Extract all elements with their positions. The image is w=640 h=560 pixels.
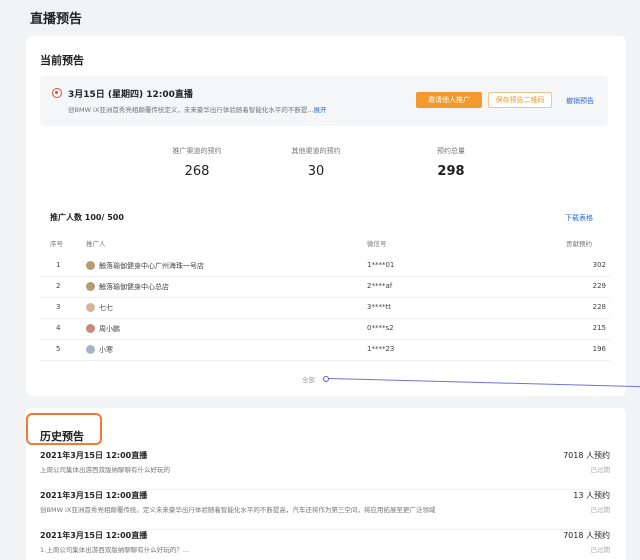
column-header-index: 序号 [50, 240, 63, 248]
history-item[interactable]: 2021年3月15日 12:00直播 创BMW iX亚洲首秀亮相颠覆传统。定义未… [40, 490, 610, 530]
booking-count: 302 [592, 261, 606, 269]
stat-value: 268 [184, 164, 210, 179]
history-item-title: 2021年3月15日 12:00直播 [40, 491, 148, 500]
page-title: 直播预告 [30, 12, 83, 27]
history-item-count: 7018 人预约 [563, 531, 610, 540]
history-item-title: 2021年3月15日 12:00直播 [40, 531, 148, 540]
history-item-status: 已过期 [590, 546, 611, 554]
top-bar: 直播预告 [0, 0, 640, 34]
row-index: 2 [56, 282, 61, 290]
history-item[interactable]: 2021年3月15日 12:00直播 上周公司集体出游西双版纳聊聊有什么好玩的 … [40, 450, 610, 490]
expand-link[interactable]: 展开 [314, 106, 327, 114]
promoter-cell: 周小鹏 [86, 324, 120, 334]
booking-count: 196 [592, 345, 606, 353]
current-preview-box: 3月15日 (星期四) 12:00直播 创BMW iX亚洲首秀亮相颠覆传统定义，… [40, 76, 608, 126]
wechat-id: 1****01 [367, 261, 395, 269]
history-preview-card: 历史预告 2021年3月15日 12:00直播 上周公司集体出游西双版纳聊聊有什… [26, 408, 626, 560]
table-row: 4 周小鹏 0****s2 215 [40, 319, 610, 340]
wechat-id: 1****23 [367, 345, 395, 353]
preview-description: 创BMW iX亚洲首秀亮相颠覆传统定义，未来豪华出行体验随着智能化水平的不断提.… [68, 104, 327, 114]
annotation-line [328, 378, 640, 388]
wechat-id: 2****af [367, 282, 393, 290]
avatar [86, 345, 95, 354]
column-header-promoter: 推广人 [86, 240, 106, 248]
avatar [86, 261, 95, 270]
history-section-title: 历史预告 [40, 430, 84, 443]
stat-other-bookings: 其他渠道的预约 30 [261, 146, 371, 179]
promoter-cell: 触落瑜伽健身中心总店 [86, 282, 169, 292]
stat-label: 推广渠道的预约 [172, 147, 222, 155]
promoter-cell: 触落瑜伽健身中心广州海珠一号店 [86, 261, 204, 271]
promoter-name: 触落瑜伽健身中心总店 [99, 283, 169, 291]
promoter-cell: 小寒 [86, 345, 113, 355]
current-section-title: 当前预告 [40, 54, 84, 67]
promoter-cell: 七七 [86, 303, 113, 313]
booking-count: 228 [592, 303, 606, 311]
booking-count: 229 [592, 282, 606, 290]
avatar [86, 282, 95, 291]
history-item[interactable]: 2021年3月15日 12:00直播 1.上周公司集体出游西双版纳聊聊有什么好玩… [40, 530, 610, 560]
wechat-id: 0****s2 [367, 324, 394, 332]
revoke-preview-link[interactable]: 撤销预告 [566, 96, 594, 106]
promoter-name: 七七 [99, 304, 113, 312]
stat-promo-bookings: 推广渠道的预约 268 [142, 146, 252, 179]
table-row: 5 小寒 1****23 196 [40, 340, 610, 361]
history-item-count: 13 人预约 [573, 491, 610, 500]
history-item-desc: 创BMW iX亚洲首秀亮相颠覆传统。定义未来豪华出行体验随着智能化水平的不断提高… [40, 506, 436, 514]
show-all-link[interactable]: 全部 [302, 374, 315, 384]
row-index: 1 [56, 261, 61, 269]
booking-count: 215 [592, 324, 606, 332]
history-item-status: 已过期 [590, 466, 611, 474]
wechat-id: 3****tt [367, 303, 391, 311]
table-row: 1 触落瑜伽健身中心广州海珠一号店 1****01 302 [40, 256, 610, 277]
row-index: 4 [56, 324, 61, 332]
row-index: 3 [56, 303, 61, 311]
table-row: 3 七七 3****tt 228 [40, 298, 610, 319]
promoter-name: 周小鹏 [99, 325, 120, 333]
stat-value: 30 [307, 164, 325, 179]
avatar [86, 324, 95, 333]
download-table-link[interactable]: 下载表格 [565, 213, 593, 223]
current-preview-card: 当前预告 3月15日 (星期四) 12:00直播 创BMW iX亚洲首秀亮相颠覆… [26, 36, 640, 396]
avatar [86, 303, 95, 312]
stat-label: 其他渠道的预约 [291, 147, 341, 155]
history-item-desc: 1.上周公司集体出游西双版纳聊聊有什么好玩的？... [40, 546, 189, 554]
stat-value: 298 [437, 164, 465, 179]
promoter-name: 小寒 [99, 346, 113, 354]
column-header-wechat: 微信号 [367, 240, 387, 248]
stat-label: 预约总量 [437, 147, 465, 155]
promoter-name: 触落瑜伽健身中心广州海珠一号店 [99, 262, 204, 270]
invite-button[interactable]: 邀请他人推广 [416, 92, 482, 108]
table-row: 2 触落瑜伽健身中心总店 2****af 229 [40, 277, 610, 298]
preview-description-text: 创BMW iX亚洲首秀亮相颠覆传统定义，未来豪华出行体验随着智能化水平的不断提.… [68, 106, 314, 114]
preview-title: 3月15日 (星期四) 12:00直播 [68, 90, 193, 100]
row-index: 5 [56, 345, 61, 353]
stat-total-bookings: 预约总量 298 [396, 146, 506, 179]
live-radio-icon [52, 88, 62, 98]
column-header-bookings: 贡献预约 [566, 240, 592, 248]
save-qrcode-button[interactable]: 保存预告二维码 [488, 92, 552, 108]
history-item-title: 2021年3月15日 12:00直播 [40, 451, 148, 460]
history-item-count: 7018 人预约 [563, 451, 610, 460]
promoter-count-header: 推广人数 100/ 500 [50, 213, 124, 222]
history-item-desc: 上周公司集体出游西双版纳聊聊有什么好玩的 [40, 466, 170, 474]
history-item-status: 已过期 [590, 506, 611, 514]
